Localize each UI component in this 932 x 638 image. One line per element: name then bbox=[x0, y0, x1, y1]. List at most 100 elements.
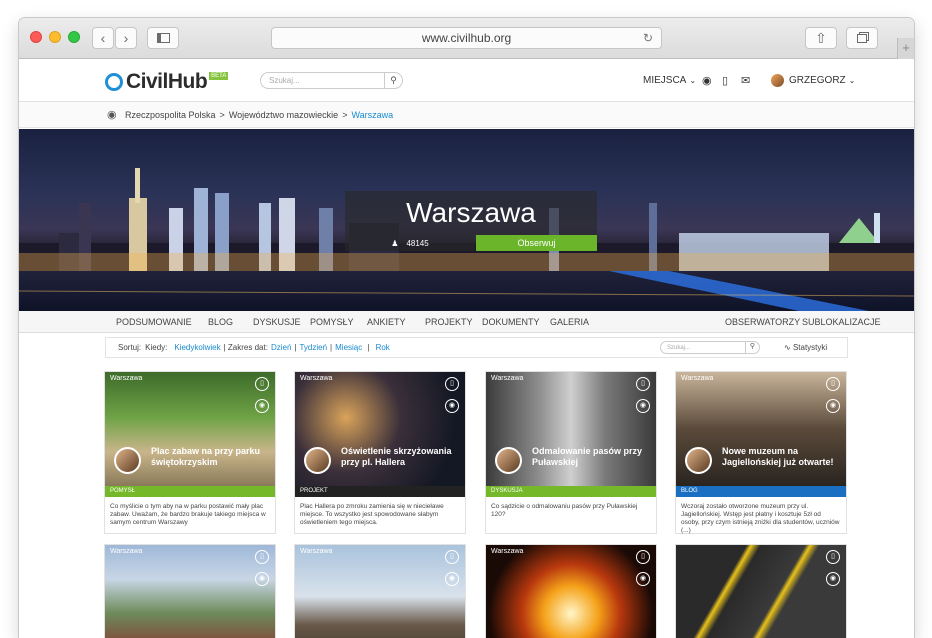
pin-icon[interactable]: ◉ bbox=[636, 399, 650, 413]
pin-icon[interactable]: ◉ bbox=[636, 572, 650, 586]
breadcrumb-item-region[interactable]: Województwo mazowieckie bbox=[229, 110, 338, 120]
card-image: Warszawa ▯ ◉ bbox=[295, 545, 465, 638]
content-search-placeholder: Szukaj... bbox=[667, 345, 691, 351]
tab-observers[interactable]: OBSERWATORZY bbox=[725, 317, 800, 327]
range-week-link[interactable]: Tydzień bbox=[299, 343, 327, 352]
card-title[interactable]: Plac zabaw na przy parku świętokrzyskim bbox=[151, 446, 269, 468]
card-title[interactable]: Odmalowanie pasów przy Puławskiej bbox=[532, 446, 650, 468]
content-card[interactable]: ▯ ◉ bbox=[675, 544, 847, 638]
user-name: GRZEGORZ bbox=[789, 75, 846, 86]
bookmark-icon[interactable]: ▯ bbox=[826, 550, 840, 564]
tab-summary[interactable]: PODSUMOWANIE bbox=[116, 317, 192, 327]
breadcrumb-separator: > bbox=[342, 109, 348, 120]
statistics-link[interactable]: ∿ Statystyki bbox=[784, 343, 827, 352]
search-icon[interactable]: ⚲ bbox=[745, 341, 759, 354]
tab-discussions[interactable]: DYSKUSJE bbox=[253, 317, 301, 327]
content-card[interactable]: Warszawa ▯ ◉ Oświetlenie skrzyżowania pr… bbox=[294, 371, 466, 534]
tab-gallery[interactable]: GALERIA bbox=[550, 317, 589, 327]
pin-icon[interactable]: ◉ bbox=[255, 572, 269, 586]
bookmark-icon[interactable]: ▯ bbox=[826, 377, 840, 391]
bookmark-icon[interactable]: ▯ bbox=[255, 377, 269, 391]
pin-icon[interactable]: ◉ bbox=[445, 572, 459, 586]
reload-icon[interactable]: ↻ bbox=[643, 28, 653, 48]
bookmark-icon[interactable]: ▯ bbox=[445, 550, 459, 564]
bookmark-icon[interactable]: ▯ bbox=[445, 377, 459, 391]
pin-icon[interactable]: ◉ bbox=[826, 399, 840, 413]
card-title[interactable]: Nowe muzeum na Jagiellońskiej już otwart… bbox=[722, 446, 840, 468]
places-menu[interactable]: MIEJSCA ⌄ bbox=[643, 59, 696, 102]
card-location: Warszawa bbox=[491, 548, 524, 555]
section-tabs: PODSUMOWANIE BLOG DYSKUSJE POMYSŁY ANKIE… bbox=[19, 311, 914, 333]
breadcrumb-item-country[interactable]: Rzeczpospolita Polska bbox=[125, 110, 216, 120]
card-description: Wczoraj zostało otworzone muzeum przy ul… bbox=[681, 503, 840, 534]
content-card[interactable]: Warszawa ▯ ◉ Plac zabaw na przy parku św… bbox=[104, 371, 276, 534]
bookmark-icon[interactable]: ▯ bbox=[636, 377, 650, 391]
tab-projects[interactable]: PROJEKTY bbox=[425, 317, 473, 327]
pin-icon[interactable]: ◉ bbox=[255, 399, 269, 413]
browser-toolbar: ‹ › www.civilhub.org ↻ ⇧ + bbox=[19, 18, 914, 59]
card-image: Warszawa ▯ ◉ bbox=[105, 545, 275, 638]
tabs-overview-button[interactable] bbox=[846, 27, 878, 49]
content-card[interactable]: Warszawa ▯ ◉ bbox=[294, 544, 466, 638]
content-card[interactable]: Warszawa ▯ ◉ Odmalowanie pasów przy Puła… bbox=[485, 371, 657, 534]
city-hero-banner: Warszawa ♟ 48145 Obserwuj bbox=[19, 129, 914, 311]
chevron-left-icon: ‹ bbox=[100, 30, 106, 46]
close-window-button[interactable] bbox=[30, 31, 42, 43]
bookmark-icon[interactable]: ▯ bbox=[722, 59, 728, 102]
tabs-icon bbox=[857, 33, 867, 43]
card-title[interactable]: Oświetlenie skrzyżowania przy pl. Haller… bbox=[341, 446, 459, 468]
new-tab-button[interactable]: + bbox=[897, 38, 914, 59]
content-search-input[interactable]: Szukaj... ⚲ bbox=[660, 341, 760, 354]
pin-icon[interactable]: ◉ bbox=[445, 399, 459, 413]
card-description: Co myślicie o tym aby na w parku postawi… bbox=[110, 503, 266, 526]
tab-documents[interactable]: DOKUMENTY bbox=[482, 317, 540, 327]
follow-button[interactable]: Obserwuj bbox=[476, 235, 597, 251]
card-image: Warszawa ▯ ◉ Plac zabaw na przy parku św… bbox=[105, 372, 275, 486]
breadcrumb-item-city[interactable]: Warszawa bbox=[351, 110, 393, 120]
card-location: Warszawa bbox=[300, 548, 333, 555]
tab-blog[interactable]: BLOG bbox=[208, 317, 233, 327]
card-category: DYSKUSJA bbox=[486, 486, 656, 497]
zoom-window-button[interactable] bbox=[68, 31, 80, 43]
tab-polls[interactable]: ANKIETY bbox=[367, 317, 406, 327]
card-category: PROJEKT bbox=[295, 486, 465, 497]
sort-label: Sortuj: bbox=[118, 343, 142, 352]
bookmark-icon[interactable]: ▯ bbox=[255, 550, 269, 564]
when-label: Kiedy: bbox=[145, 343, 168, 352]
share-button[interactable]: ⇧ bbox=[805, 27, 837, 49]
card-image: Warszawa ▯ ◉ bbox=[486, 545, 656, 638]
city-title: Warszawa bbox=[345, 191, 597, 235]
range-day-link[interactable]: Dzień bbox=[271, 343, 291, 352]
chevron-down-icon: ⌄ bbox=[848, 76, 856, 85]
address-bar[interactable]: www.civilhub.org ↻ bbox=[271, 27, 662, 49]
card-image: Warszawa ▯ ◉ Nowe muzeum na Jagielloński… bbox=[676, 372, 846, 486]
forward-button[interactable]: › bbox=[115, 27, 137, 49]
civilhub-logo[interactable]: CivilHub BETA bbox=[105, 70, 229, 94]
range-year-link[interactable]: Rok bbox=[376, 343, 390, 352]
breadcrumb: ◉ Rzeczpospolita Polska > Województwo ma… bbox=[19, 102, 914, 128]
beta-badge: BETA bbox=[209, 72, 229, 80]
tab-sublocations[interactable]: SUBLOKALIZACJE bbox=[802, 317, 881, 327]
content-card[interactable]: Warszawa ▯ ◉ Nowe muzeum na Jagielloński… bbox=[675, 371, 847, 534]
browser-window: ‹ › www.civilhub.org ↻ ⇧ + CivilHub BETA… bbox=[19, 18, 914, 638]
card-description: Co sądzicie o odmalowaniu pasów przy Puł… bbox=[491, 503, 638, 518]
content-card[interactable]: Warszawa ▯ ◉ bbox=[485, 544, 657, 638]
mail-icon[interactable]: ✉ bbox=[741, 59, 750, 102]
content-card[interactable]: Warszawa ▯ ◉ bbox=[104, 544, 276, 638]
bookmark-icon[interactable]: ▯ bbox=[636, 550, 650, 564]
card-category: POMYSŁ bbox=[105, 486, 275, 497]
globe-icon[interactable]: ◉ bbox=[702, 59, 712, 102]
range-month-link[interactable]: Miesiąc bbox=[335, 343, 362, 352]
back-button[interactable]: ‹ bbox=[92, 27, 114, 49]
search-icon[interactable]: ⚲ bbox=[384, 72, 402, 89]
when-any-link[interactable]: Kiedykolwiek bbox=[174, 343, 220, 352]
card-image: Warszawa ▯ ◉ Oświetlenie skrzyżowania pr… bbox=[295, 372, 465, 486]
share-icon: ⇧ bbox=[815, 29, 827, 46]
user-menu[interactable]: GRZEGORZ ⌄ bbox=[771, 59, 855, 102]
pin-icon[interactable]: ◉ bbox=[826, 572, 840, 586]
tab-ideas[interactable]: POMYSŁY bbox=[310, 317, 354, 327]
card-location: Warszawa bbox=[110, 375, 143, 382]
sidebar-toggle-button[interactable] bbox=[147, 27, 179, 49]
site-search-input[interactable]: Szukaj... ⚲ bbox=[260, 72, 403, 89]
minimize-window-button[interactable] bbox=[49, 31, 61, 43]
